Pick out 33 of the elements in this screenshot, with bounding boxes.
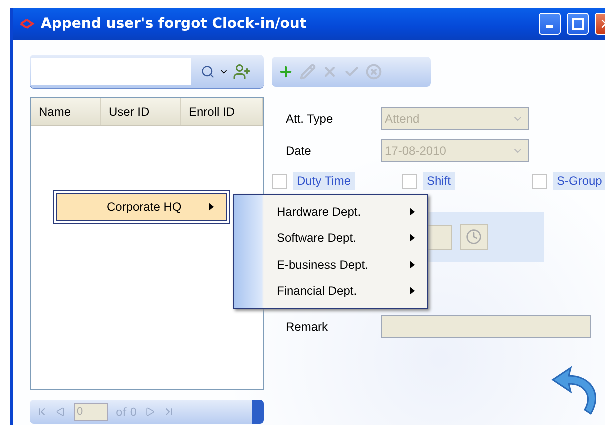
previous-record-icon[interactable] xyxy=(56,407,66,417)
remark-label: Remark xyxy=(286,320,330,334)
app-icon xyxy=(19,17,35,31)
column-header[interactable]: Enroll ID xyxy=(181,98,263,125)
clock-button[interactable] xyxy=(460,224,488,250)
att-type-label: Att. Type xyxy=(286,112,334,126)
next-record-icon[interactable] xyxy=(145,407,156,417)
submenu-item[interactable]: E-business Dept. xyxy=(234,252,427,277)
search-field[interactable] xyxy=(31,58,191,85)
maximize-icon xyxy=(572,18,584,30)
checkbox-label: Shift xyxy=(423,172,456,190)
submenu-item[interactable]: Hardware Dept. xyxy=(234,200,427,224)
checkbox-label: S-Group xyxy=(553,172,605,190)
date-label: Date xyxy=(286,144,312,158)
add-button[interactable] xyxy=(278,64,294,80)
checkbox[interactable] xyxy=(532,174,547,188)
column-header[interactable]: User ID xyxy=(101,98,181,125)
maximize-button[interactable] xyxy=(567,13,589,35)
checkbox[interactable] xyxy=(272,174,287,188)
submenu-item[interactable]: Financial Dept. xyxy=(234,278,427,303)
submenu-arrow-icon xyxy=(209,203,214,211)
column-header[interactable]: Name xyxy=(31,98,101,125)
checkbox[interactable] xyxy=(402,174,417,188)
minimize-button[interactable] xyxy=(539,13,561,35)
clock-icon xyxy=(466,229,482,245)
checkbox-label: Duty Time xyxy=(293,172,356,190)
search-icon[interactable] xyxy=(201,64,215,78)
toolbar-options-button[interactable] xyxy=(252,400,264,424)
first-record-icon[interactable] xyxy=(36,406,48,418)
window-title: Append user's forgot Clock-in/out xyxy=(41,16,308,32)
menu-item[interactable]: Corporate HQ xyxy=(56,193,227,221)
submenu-item[interactable]: Software Dept. xyxy=(234,226,427,250)
record-count: of 0 xyxy=(116,406,138,418)
